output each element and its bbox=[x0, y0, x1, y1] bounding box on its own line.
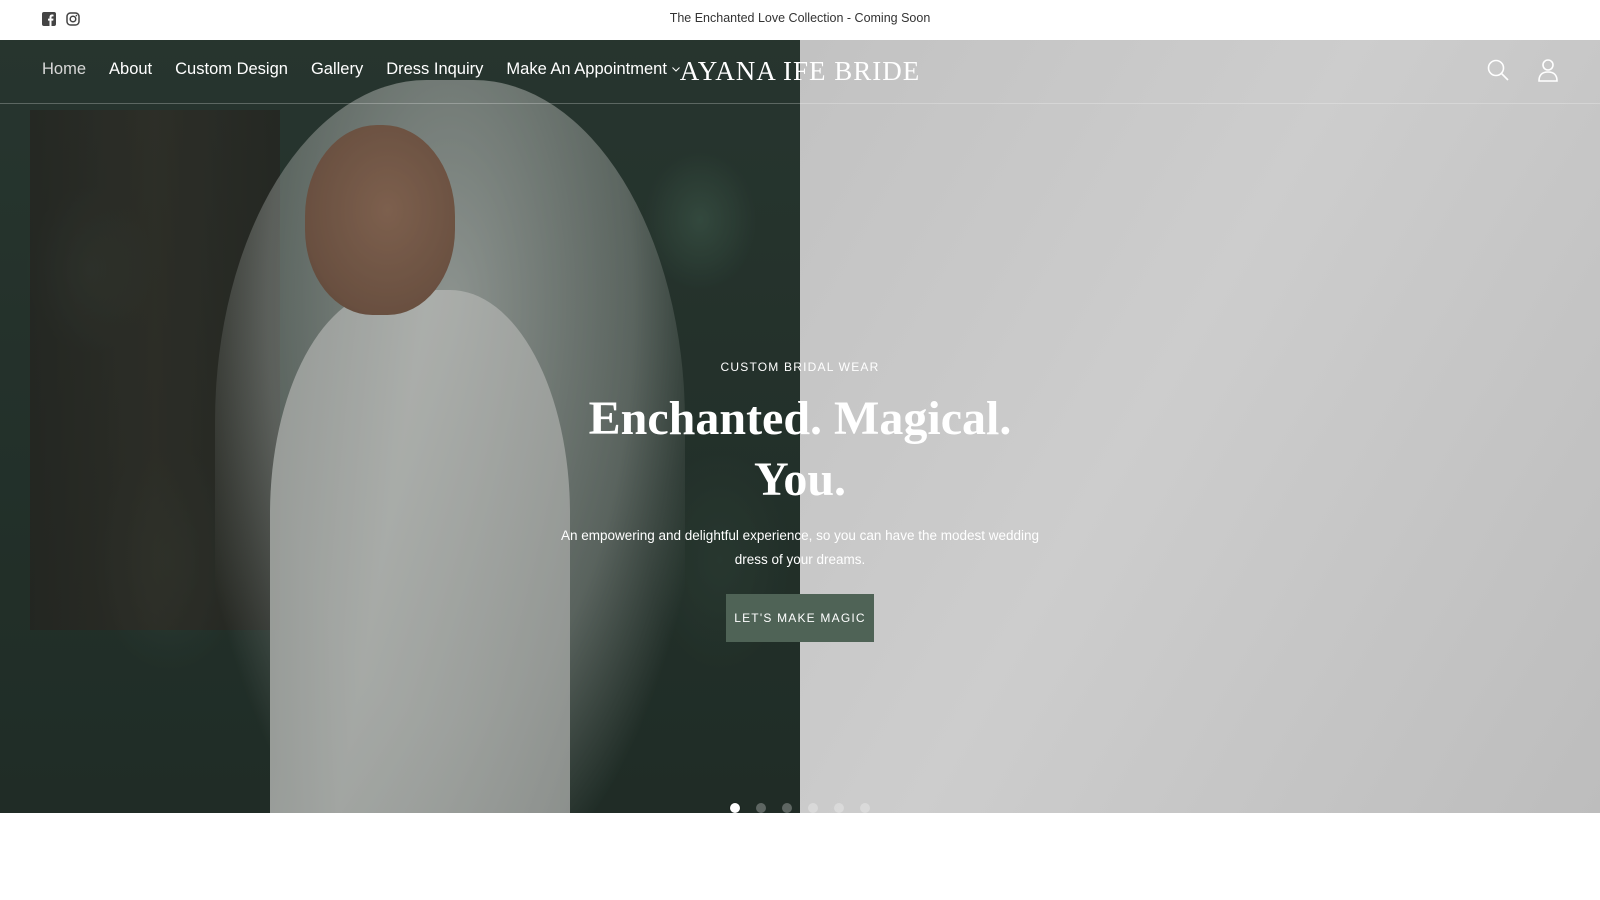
announcement-text: The Enchanted Love Collection - Coming S… bbox=[669, 11, 931, 25]
lets-make-magic-button[interactable]: LET'S MAKE MAGIC bbox=[726, 594, 874, 642]
nav-item-gallery[interactable]: Gallery bbox=[311, 60, 363, 79]
nav-item-make-an-appointment[interactable]: Make An Appointment bbox=[506, 60, 681, 79]
nav-item-dress-inquiry[interactable]: Dress Inquiry bbox=[386, 60, 483, 79]
announcement-bar: The Enchanted Love Collection - Coming S… bbox=[0, 0, 1600, 40]
header-icons bbox=[1486, 58, 1560, 82]
slide-dot-3[interactable] bbox=[782, 803, 792, 813]
slide-dot-4[interactable] bbox=[808, 803, 818, 813]
site-logo[interactable]: AYANA IFE BRIDE bbox=[680, 56, 921, 86]
nav-item-custom-design[interactable]: Custom Design bbox=[175, 60, 288, 79]
nav-item-label: Make An Appointment bbox=[506, 60, 667, 78]
hero-subtext: An empowering and delightful experience,… bbox=[560, 528, 1040, 567]
hero-headline: Enchanted. Magical. You. bbox=[588, 392, 1012, 506]
nav-item-home[interactable]: Home bbox=[42, 60, 86, 79]
account-icon[interactable] bbox=[1536, 58, 1560, 82]
slide-dot-6[interactable] bbox=[860, 803, 870, 813]
slide-dot-5[interactable] bbox=[834, 803, 844, 813]
slider-dots bbox=[730, 803, 870, 813]
search-icon[interactable] bbox=[1486, 58, 1510, 82]
nav-links: Home About Custom Design Gallery Dress I… bbox=[42, 60, 681, 79]
hero-eyebrow: CUSTOM BRIDAL WEAR bbox=[720, 360, 880, 374]
hero-banner: CUSTOM BRIDAL WEAR Enchanted. Magical. Y… bbox=[0, 40, 1600, 813]
nav-item-about[interactable]: About bbox=[109, 60, 152, 79]
slide-dot-1[interactable] bbox=[730, 803, 740, 813]
slide-dot-2[interactable] bbox=[756, 803, 766, 813]
main-navigation: Home About Custom Design Gallery Dress I… bbox=[0, 40, 1600, 104]
